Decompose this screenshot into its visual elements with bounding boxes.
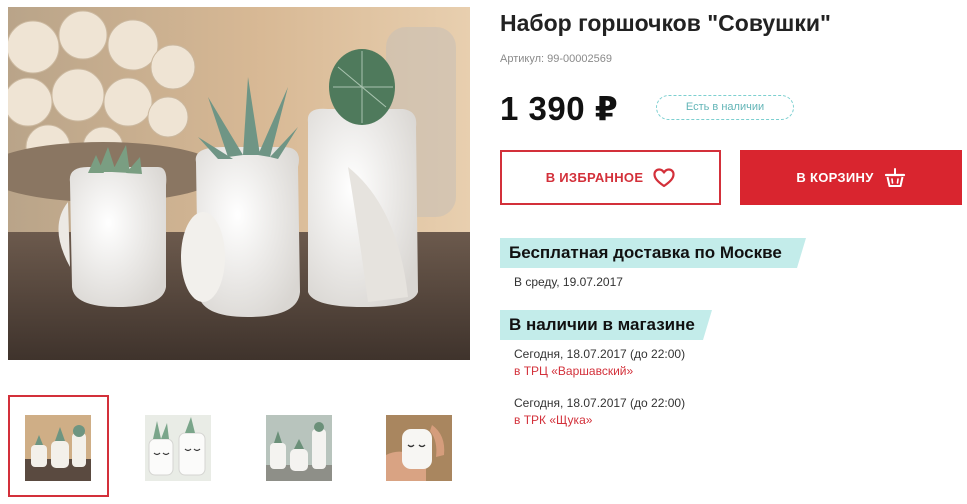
thumbnail-1[interactable]	[8, 395, 109, 497]
product-title: Набор горшочков "Совушки"	[500, 10, 831, 36]
thumbnail-image	[386, 415, 452, 481]
store-1-link[interactable]: в ТРЦ «Варшавский»	[514, 364, 633, 378]
add-to-cart-button[interactable]: В КОРЗИНУ	[740, 150, 962, 205]
store-2-availability: Сегодня, 18.07.2017 (до 22:00)	[514, 396, 686, 410]
store-2-link[interactable]: в ТРК «Щука»	[514, 413, 592, 427]
product-sku: Артикул: 99-00002569	[500, 53, 612, 65]
basket-icon	[884, 167, 906, 189]
main-product-photo[interactable]	[8, 7, 470, 360]
heart-icon	[653, 167, 675, 188]
thumbnail-image	[25, 415, 91, 481]
favorites-button-label: В ИЗБРАННОЕ	[545, 170, 644, 185]
delivery-heading: Бесплатная доставка по Москве	[500, 238, 782, 268]
thumbnail-image	[266, 415, 332, 481]
store-availability-heading: В наличии в магазине	[500, 310, 695, 340]
store-1-availability: Сегодня, 18.07.2017 (до 22:00)	[514, 347, 686, 361]
add-to-favorites-button[interactable]: В ИЗБРАННОЕ	[500, 150, 721, 205]
cart-button-label: В КОРЗИНУ	[796, 170, 874, 185]
delivery-date: В среду, 19.07.2017	[514, 275, 623, 289]
thumbnail-strip	[8, 395, 470, 497]
thumbnail-image	[145, 415, 211, 481]
product-price: 1 390 ₽	[500, 90, 619, 127]
thumbnail-3[interactable]	[249, 395, 350, 497]
in-stock-badge: Есть в наличии	[656, 95, 794, 120]
thumbnail-4[interactable]	[369, 395, 470, 497]
thumbnail-2[interactable]	[128, 395, 229, 497]
